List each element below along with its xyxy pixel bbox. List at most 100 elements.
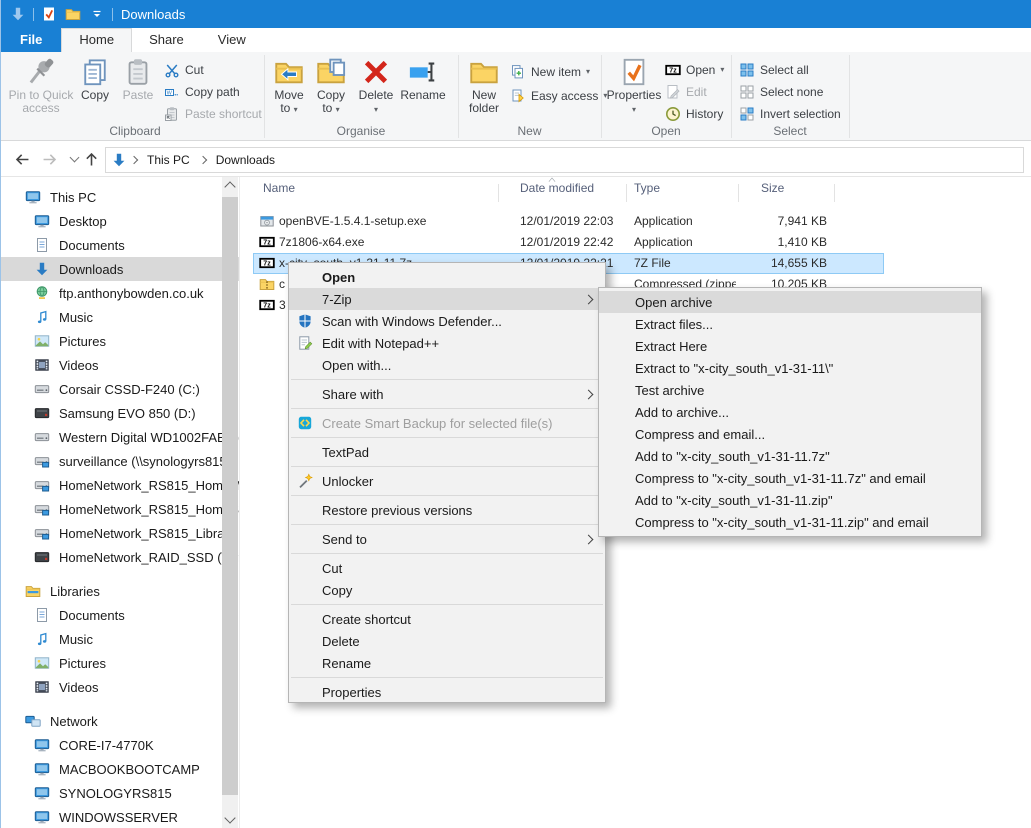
rename-icon — [408, 55, 438, 89]
sidebar-item-windowsserver[interactable]: WINDOWSSERVER — [1, 805, 240, 828]
sidebar-item-homemedia[interactable]: HomeNetwork_RS815_HomeMe — [1, 473, 240, 497]
column-header-type[interactable]: Type — [634, 181, 660, 205]
sidebar-item-libraries[interactable]: Libraries — [1, 579, 240, 603]
sidebar-item-drive-e[interactable]: Western Digital WD1002FAEX (E: — [1, 425, 240, 449]
submenu-item-add-to-7z[interactable]: Add to "x-city_south_v1-31-11.7z" — [599, 445, 981, 467]
submenu-item-compress-7z-email[interactable]: Compress to "x-city_south_v1-31-11.7z" a… — [599, 467, 981, 489]
menu-item-cut[interactable]: Cut — [289, 557, 605, 579]
file-row[interactable]: 7z1806-x64.exe 12/01/2019 22:42 Applicat… — [241, 232, 891, 253]
sidebar-item-music[interactable]: Music — [1, 305, 240, 329]
sidebar-item-network[interactable]: Network — [1, 709, 240, 733]
music-note-icon — [34, 309, 50, 325]
delete-button[interactable]: Delete▾ — [355, 55, 397, 127]
menu-item-create-shortcut[interactable]: Create shortcut — [289, 608, 605, 630]
copy-path-button[interactable]: Copy path — [164, 81, 240, 103]
menu-item-open[interactable]: Open — [289, 266, 605, 288]
easy-access-button[interactable]: Easy access ▾ — [510, 85, 607, 107]
properties-button[interactable]: Properties▾ — [607, 55, 661, 127]
sidebar-item-lib-pictures[interactable]: Pictures — [1, 651, 240, 675]
column-header-size[interactable]: Size — [761, 181, 784, 205]
open-button[interactable]: Open ▾ — [665, 59, 724, 81]
column-separator[interactable] — [626, 184, 627, 202]
sidebar-item-downloads[interactable]: Downloads — [1, 257, 240, 281]
menu-item-textpad[interactable]: TextPad — [289, 441, 605, 463]
sidebar-item-surveillance[interactable]: surveillance (\\synologyrs815.h — [1, 449, 240, 473]
scrollbar-thumb[interactable] — [222, 197, 238, 795]
sidebar-item-ftp[interactable]: ftp.anthonybowden.co.uk — [1, 281, 240, 305]
qat-customize-icon[interactable] — [88, 5, 106, 23]
sidebar-item-library[interactable]: HomeNetwork_RS815_Library (\ — [1, 521, 240, 545]
sidebar-item-lib-videos[interactable]: Videos — [1, 675, 240, 699]
select-all-button[interactable]: Select all — [739, 59, 809, 81]
move-to-button[interactable]: Moveto ▾ — [269, 55, 309, 127]
sidebar-scrollbar[interactable] — [222, 177, 238, 828]
sidebar-item-videos[interactable]: Videos — [1, 353, 240, 377]
submenu-item-open-archive[interactable]: Open archive — [599, 291, 981, 313]
submenu-item-add-to-archive[interactable]: Add to archive... — [599, 401, 981, 423]
menu-item-delete[interactable]: Delete — [289, 630, 605, 652]
qat-properties-icon[interactable] — [40, 5, 58, 23]
sidebar-item-desktop[interactable]: Desktop — [1, 209, 240, 233]
tab-home[interactable]: Home — [61, 28, 132, 52]
sidebar-item-core-i7[interactable]: CORE-I7-4770K — [1, 733, 240, 757]
sidebar-item-this-pc[interactable]: This PC — [1, 185, 240, 209]
sidebar-item-lib-music[interactable]: Music — [1, 627, 240, 651]
menu-item-scan-defender[interactable]: Scan with Windows Defender... — [289, 310, 605, 332]
copy-button[interactable]: Copy — [75, 55, 115, 127]
sidebar-item-drive-c[interactable]: Corsair CSSD-F240 (C:) — [1, 377, 240, 401]
sidebar-item-pictures[interactable]: Pictures — [1, 329, 240, 353]
new-folder-button[interactable]: Newfolder — [462, 55, 506, 127]
invert-selection-icon — [739, 106, 755, 122]
menu-item-share-with[interactable]: Share with — [289, 383, 605, 405]
tab-file[interactable]: File — [1, 28, 61, 52]
sidebar-item-homestorage[interactable]: HomeNetwork_RS815_HomeSto — [1, 497, 240, 521]
submenu-item-extract-files[interactable]: Extract files... — [599, 313, 981, 335]
cut-button[interactable]: Cut — [164, 59, 204, 81]
menu-item-rename[interactable]: Rename — [289, 652, 605, 674]
submenu-item-add-to-zip[interactable]: Add to "x-city_south_v1-31-11.zip" — [599, 489, 981, 511]
column-separator[interactable] — [834, 184, 835, 202]
submenu-item-compress-email[interactable]: Compress and email... — [599, 423, 981, 445]
downloads-folder-icon[interactable] — [9, 5, 27, 23]
column-header-name[interactable]: Name — [263, 181, 295, 205]
menu-item-unlocker[interactable]: Unlocker — [289, 470, 605, 492]
breadcrumb-downloads[interactable]: Downloads — [210, 153, 281, 167]
menu-item-properties[interactable]: Properties — [289, 681, 605, 703]
tab-view[interactable]: View — [201, 28, 263, 52]
menu-item-open-with[interactable]: Open with... — [289, 354, 605, 376]
column-header-date-modified[interactable]: Date modified — [520, 181, 594, 205]
sidebar-item-drive-d[interactable]: Samsung EVO 850 (D:) — [1, 401, 240, 425]
paste-shortcut-button: Paste shortcut — [164, 103, 262, 125]
submenu-item-extract-to[interactable]: Extract to "x-city_south_v1-31-11\" — [599, 357, 981, 379]
history-button[interactable]: History — [665, 103, 723, 125]
menu-item-7zip[interactable]: 7-Zip — [289, 288, 605, 310]
copy-to-button[interactable]: Copyto ▾ — [311, 55, 351, 127]
scrollbar-down-icon[interactable] — [224, 812, 235, 823]
submenu-item-extract-here[interactable]: Extract Here — [599, 335, 981, 357]
sidebar-item-synologyrs815[interactable]: SYNOLOGYRS815 — [1, 781, 240, 805]
sidebar-item-macbookbootcamp[interactable]: MACBOOKBOOTCAMP — [1, 757, 240, 781]
menu-item-send-to[interactable]: Send to — [289, 528, 605, 550]
back-button[interactable] — [11, 149, 33, 169]
scrollbar-up-icon[interactable] — [224, 181, 235, 192]
submenu-item-compress-zip-email[interactable]: Compress to "x-city_south_v1-31-11.zip" … — [599, 511, 981, 533]
new-item-button[interactable]: New item ▾ — [510, 61, 590, 83]
invert-selection-button[interactable]: Invert selection — [739, 103, 841, 125]
column-separator[interactable] — [498, 184, 499, 202]
select-none-button[interactable]: Select none — [739, 81, 823, 103]
file-row[interactable]: openBVE-1.5.4.1-setup.exe 12/01/2019 22:… — [241, 211, 891, 232]
up-button[interactable] — [82, 148, 102, 170]
rename-button[interactable]: Rename — [399, 55, 447, 127]
menu-item-edit-notepadpp[interactable]: Edit with Notepad++ — [289, 332, 605, 354]
sidebar-item-lib-documents[interactable]: Documents — [1, 603, 240, 627]
menu-item-restore-previous[interactable]: Restore previous versions — [289, 499, 605, 521]
address-box[interactable]: This PC Downloads — [105, 147, 1024, 173]
breadcrumb-this-pc[interactable]: This PC — [141, 153, 196, 167]
tab-share[interactable]: Share — [132, 28, 201, 52]
submenu-item-test-archive[interactable]: Test archive — [599, 379, 981, 401]
qat-new-folder-icon[interactable] — [64, 5, 82, 23]
sidebar-item-raid-ssd[interactable]: HomeNetwork_RAID_SSD (\\win — [1, 545, 240, 569]
column-separator[interactable] — [738, 184, 739, 202]
sidebar-item-documents[interactable]: Documents — [1, 233, 240, 257]
menu-item-copy[interactable]: Copy — [289, 579, 605, 601]
